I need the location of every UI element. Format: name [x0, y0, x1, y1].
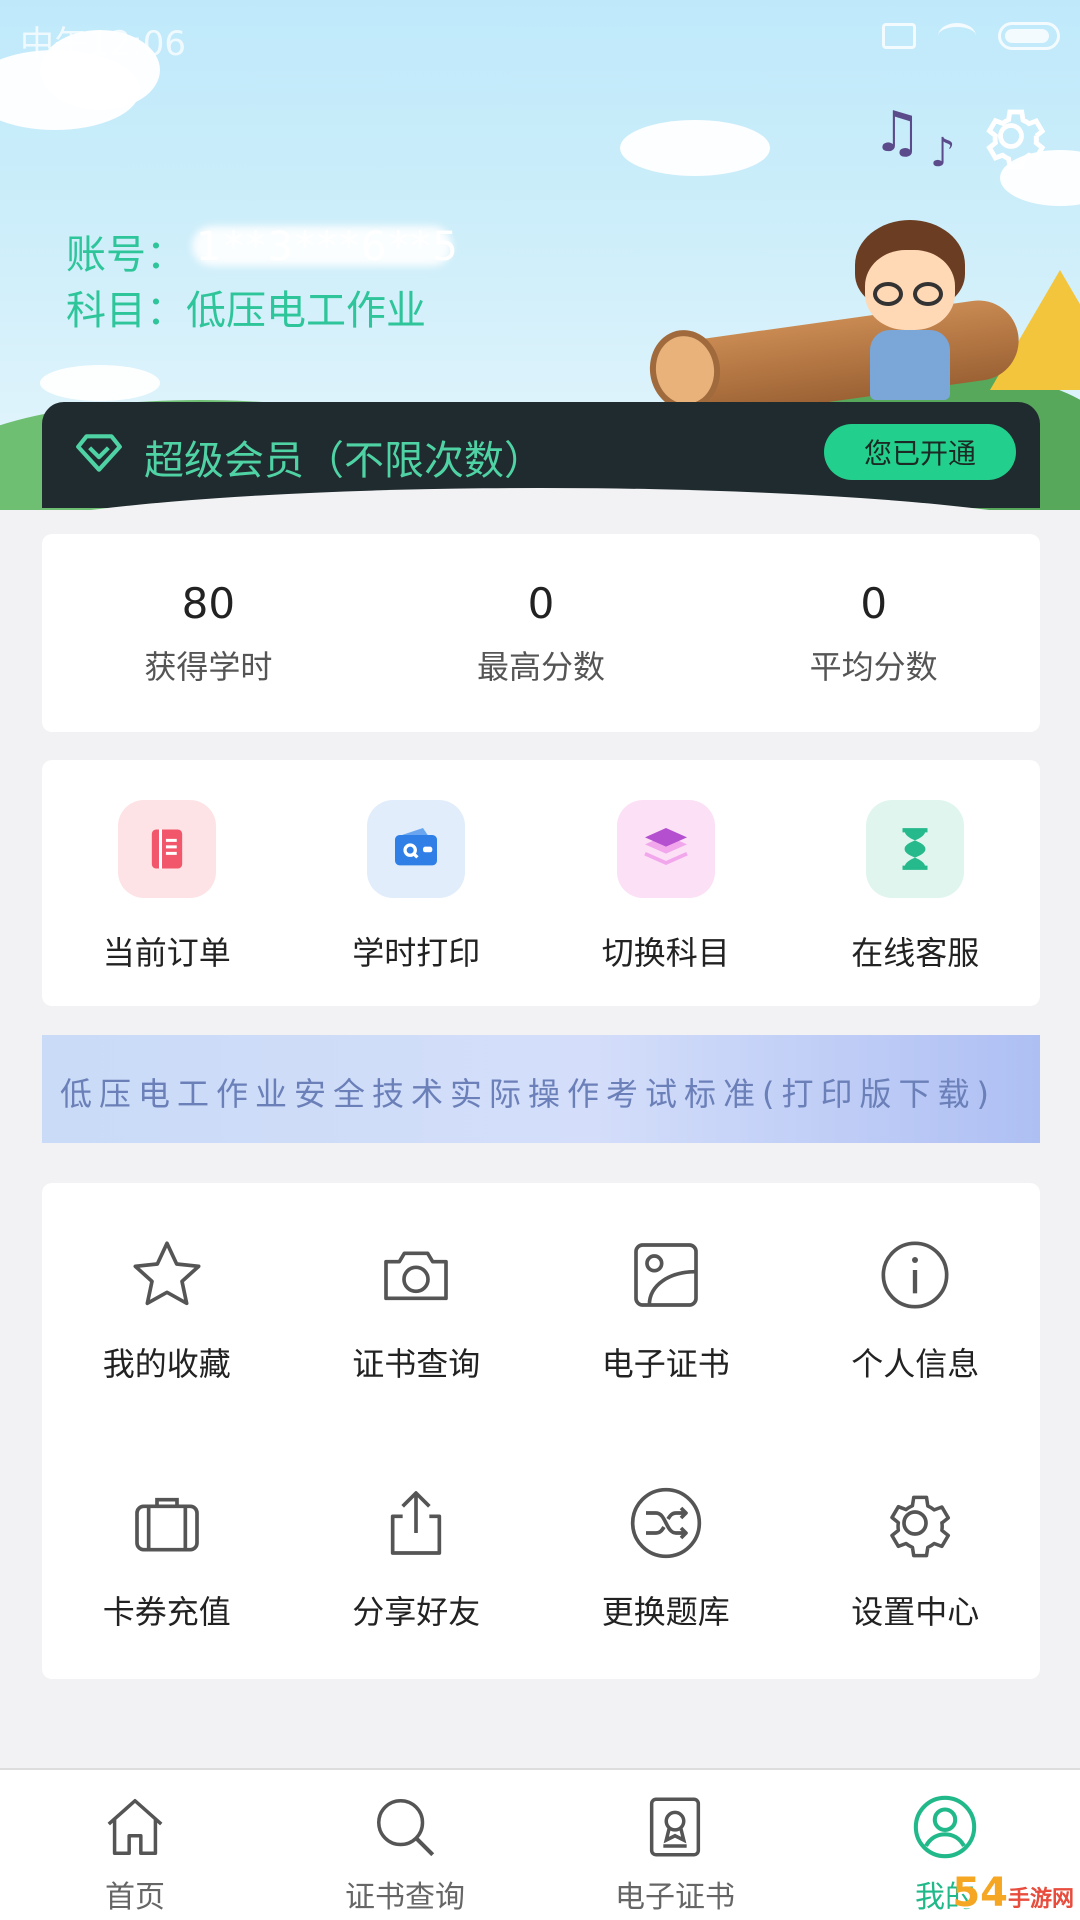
home-icon — [107, 1799, 163, 1855]
bottom-navigation: 首页 证书查询 电子证书 我的 — [0, 1768, 1080, 1920]
subject-line: 科目：低压电工作业 — [66, 278, 426, 336]
stat-value: 0 — [860, 578, 888, 628]
menu-label: 我的收藏 — [102, 1345, 231, 1383]
stat-highest-score[interactable]: 0 最高分数 — [375, 534, 708, 732]
menu-label: 个人信息 — [851, 1345, 980, 1383]
nav-certificate-query[interactable]: 证书查询 — [270, 1770, 540, 1920]
menu-personal-info[interactable]: 个人信息 — [791, 1183, 1041, 1431]
menu-grid: 我的收藏 证书查询 电子证书 个人信息 卡券充值 分享好友 更换题库 设置中心 — [42, 1183, 1040, 1679]
music-note-icon: ♪ — [930, 130, 956, 176]
cloud-decoration — [620, 120, 770, 176]
quick-label: 学时打印 — [352, 934, 481, 972]
stat-label: 平均分数 — [809, 647, 938, 686]
stat-value: 0 — [527, 578, 555, 628]
vip-title: 超级会员（不限次数） — [144, 438, 544, 484]
share-icon — [391, 1491, 442, 1555]
star-icon — [133, 1241, 201, 1306]
vip-activated-button[interactable]: 您已开通 — [824, 424, 1016, 480]
boy-illustration — [835, 220, 985, 400]
user-icon — [913, 1795, 977, 1859]
stats-card: 80 获得学时 0 最高分数 0 平均分数 — [42, 534, 1040, 732]
quick-hours-print[interactable]: 学时打印 — [292, 760, 542, 1006]
order-book-icon — [117, 800, 216, 898]
nav-label: 电子证书 — [615, 1880, 735, 1915]
briefcase-icon — [134, 1497, 199, 1552]
watermark-sub: 手游网 — [1007, 1887, 1074, 1912]
menu-my-favorites[interactable]: 我的收藏 — [42, 1183, 292, 1431]
nav-home[interactable]: 首页 — [0, 1770, 270, 1920]
status-time: 中午12:06 — [20, 24, 186, 64]
nav-e-certificate[interactable]: 电子证书 — [540, 1770, 810, 1920]
menu-certificate-query[interactable]: 证书查询 — [292, 1183, 542, 1431]
nav-label: 首页 — [105, 1880, 165, 1915]
camera-icon — [384, 1251, 449, 1301]
wifi-icon — [938, 23, 976, 49]
menu-label: 卡券充值 — [102, 1593, 231, 1631]
quick-current-orders[interactable]: 当前订单 — [42, 760, 292, 1006]
wallet-print-icon — [367, 800, 466, 898]
menu-label: 设置中心 — [851, 1593, 980, 1631]
status-bar: 中午12:06 — [0, 0, 1080, 72]
quick-label: 当前订单 — [102, 934, 231, 972]
stat-hours[interactable]: 80 获得学时 — [42, 534, 375, 732]
site-watermark: 54手游网 — [952, 1870, 1074, 1916]
menu-label: 证书查询 — [352, 1345, 481, 1383]
gear-icon — [890, 1495, 951, 1558]
quick-label: 在线客服 — [851, 934, 980, 972]
menu-card-recharge[interactable]: 卡券充值 — [42, 1431, 292, 1679]
battery-icon — [998, 22, 1060, 50]
settings-gear-icon[interactable] — [975, 100, 1047, 172]
account-label: 账号： — [66, 232, 186, 278]
layers-icon — [616, 800, 715, 898]
banner-text: 低压电工作业安全技术实际操作考试标准(打印版下载) — [60, 1075, 996, 1113]
profile-header: 中午12:06 ♫ ♪ 账号： 1**3***6**5 科目：低压电工作业 超级… — [0, 0, 1080, 510]
cloud-decoration — [40, 365, 160, 401]
subject-label: 科目： — [66, 288, 186, 334]
menu-share-friends[interactable]: 分享好友 — [292, 1431, 542, 1679]
quick-switch-subject[interactable]: 切换科目 — [541, 760, 791, 1006]
account-value: 1**3***6**5 — [196, 224, 460, 270]
menu-e-certificate[interactable]: 电子证书 — [541, 1183, 791, 1431]
quick-label: 切换科目 — [601, 934, 730, 972]
menu-change-question-bank[interactable]: 更换题库 — [541, 1431, 791, 1679]
stat-average-score[interactable]: 0 平均分数 — [707, 534, 1040, 732]
stat-label: 最高分数 — [477, 647, 606, 686]
subject-value: 低压电工作业 — [186, 288, 426, 334]
shuffle-icon — [630, 1487, 701, 1559]
search-icon — [377, 1799, 435, 1857]
info-icon — [881, 1241, 949, 1309]
image-certificate-icon — [633, 1243, 698, 1307]
sim-icon — [882, 23, 916, 49]
stat-value: 80 — [181, 578, 236, 628]
watermark-main: 54 — [952, 1870, 1008, 1916]
quick-online-support[interactable]: 在线客服 — [791, 760, 1041, 1006]
menu-settings-center[interactable]: 设置中心 — [791, 1431, 1041, 1679]
diamond-icon — [76, 434, 122, 472]
quick-actions-card: 当前订单 学时打印 切换科目 在线客服 — [42, 760, 1040, 1006]
nav-label: 证书查询 — [345, 1880, 465, 1915]
menu-label: 更换题库 — [601, 1593, 730, 1631]
menu-label: 分享好友 — [352, 1593, 481, 1631]
exam-standard-banner[interactable]: 低压电工作业安全技术实际操作考试标准(打印版下载) — [42, 1035, 1040, 1143]
stat-label: 获得学时 — [144, 647, 273, 686]
menu-label: 电子证书 — [601, 1345, 730, 1383]
certificate-icon — [649, 1797, 701, 1857]
hourglass-icon — [866, 800, 965, 898]
music-note-icon: ♫ — [872, 100, 923, 165]
account-line: 账号： 1**3***6**5 — [66, 222, 458, 280]
